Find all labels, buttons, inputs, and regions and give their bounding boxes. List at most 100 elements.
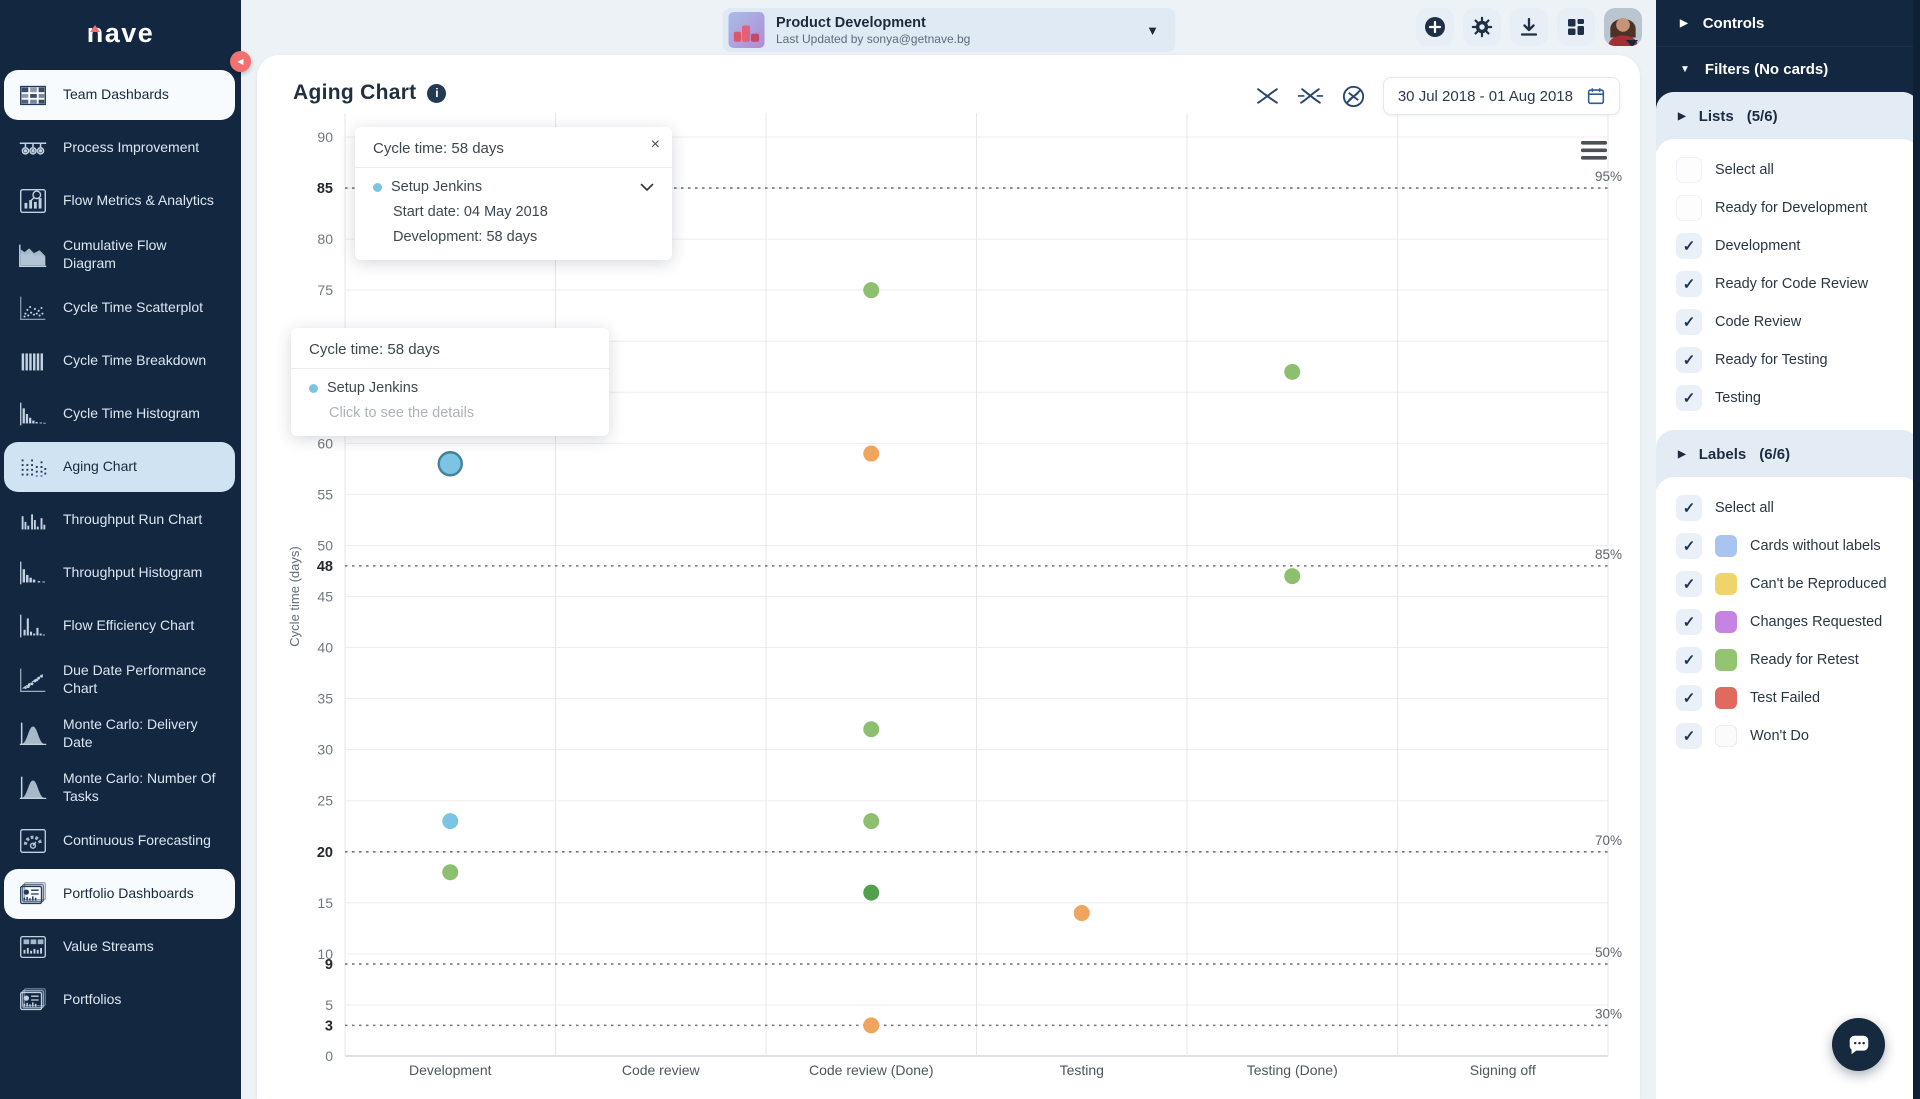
checkbox-checked[interactable]: ✓ bbox=[1676, 233, 1702, 259]
sidebar: nave ◀ Team DashbardsProcess Improvement… bbox=[0, 0, 241, 1099]
scatterplot-icon bbox=[16, 291, 50, 325]
labels-count: (6/6) bbox=[1759, 446, 1790, 463]
divider bbox=[355, 167, 672, 168]
checkbox-checked[interactable]: ✓ bbox=[1676, 609, 1702, 635]
filter-option-label: Ready for Testing bbox=[1715, 352, 1828, 368]
sidebar-item-flow-metrics-analytics[interactable]: Flow Metrics & Analytics bbox=[4, 176, 235, 226]
labels-title: Labels bbox=[1699, 446, 1747, 463]
chart-menu-icon[interactable] bbox=[1581, 141, 1607, 160]
tooltip-card-row[interactable]: Setup Jenkins bbox=[309, 380, 591, 396]
sidebar-item-portfolios[interactable]: Portfolios bbox=[4, 975, 235, 1025]
sidebar-item-cycle-time-breakdown[interactable]: Cycle Time Breakdown bbox=[4, 336, 235, 386]
checkbox-checked[interactable]: ✓ bbox=[1676, 647, 1702, 673]
data-point[interactable] bbox=[863, 282, 879, 298]
checkbox-checked[interactable]: ✓ bbox=[1676, 685, 1702, 711]
sidebar-item-aging-chart[interactable]: Aging Chart bbox=[4, 442, 235, 492]
filter-option-label: Can't be Reproduced bbox=[1750, 576, 1887, 592]
board-subtitle: Last Updated by sonya@getnave.bg bbox=[776, 32, 970, 46]
percentile-label: 70% bbox=[1595, 833, 1622, 848]
filters-section-header[interactable]: ▼ Filters (No cards) bbox=[1656, 46, 1920, 92]
y-axis-tick: 25 bbox=[317, 793, 333, 809]
board-selector[interactable]: Product Development Last Updated by sony… bbox=[722, 8, 1175, 52]
sidebar-item-cumulative-flow-diagram[interactable]: Cumulative Flow Diagram bbox=[4, 229, 235, 280]
divider bbox=[291, 368, 609, 369]
filter-option-label: Development bbox=[1715, 238, 1800, 254]
sidebar-item-monte-carlo-delivery-date[interactable]: Monte Carlo: Delivery Date bbox=[4, 708, 235, 759]
y-axis-tick: 80 bbox=[317, 231, 333, 247]
sidebar-item-portfolio-dashboards[interactable]: Portfolio Dashboards bbox=[4, 869, 235, 919]
data-point[interactable] bbox=[863, 885, 879, 901]
checkbox-checked[interactable]: ✓ bbox=[1676, 533, 1702, 559]
checkbox-unchecked[interactable] bbox=[1676, 195, 1702, 221]
checkbox-checked[interactable]: ✓ bbox=[1676, 571, 1702, 597]
chat-button[interactable] bbox=[1832, 1018, 1885, 1071]
sidebar-item-label: Portfolios bbox=[63, 991, 121, 1009]
controls-section-header[interactable]: ▶ Controls bbox=[1656, 0, 1920, 46]
data-point[interactable] bbox=[1284, 364, 1300, 380]
y-axis-tick: 50 bbox=[317, 537, 333, 553]
sidebar-item-flow-efficiency-chart[interactable]: Flow Efficiency Chart bbox=[4, 601, 235, 651]
y-axis-tick: 60 bbox=[317, 435, 333, 451]
lists-checklist: Select allReady for Development✓Developm… bbox=[1656, 139, 1920, 430]
settings-button[interactable] bbox=[1463, 8, 1501, 46]
data-point[interactable] bbox=[442, 864, 458, 880]
lists-title: Lists bbox=[1699, 108, 1734, 125]
card-name: Setup Jenkins bbox=[327, 380, 418, 396]
sidebar-item-label: Cumulative Flow Diagram bbox=[63, 237, 223, 272]
sidebar-item-throughput-histogram[interactable]: Throughput Histogram bbox=[4, 548, 235, 598]
filter-option-won-t-do: ✓Won't Do bbox=[1666, 720, 1910, 752]
data-point[interactable] bbox=[863, 446, 879, 462]
sidebar-item-monte-carlo-number-of-tasks[interactable]: Monte Carlo: Number Of Tasks bbox=[4, 762, 235, 813]
percentile-label: 50% bbox=[1595, 945, 1622, 960]
add-dashboard-button[interactable] bbox=[1416, 8, 1454, 46]
checkbox-checked[interactable]: ✓ bbox=[1676, 385, 1702, 411]
filter-option-cards-without-labels: ✓Cards without labels bbox=[1666, 530, 1910, 562]
data-point[interactable] bbox=[863, 1017, 879, 1033]
value-streams-icon bbox=[16, 930, 50, 964]
sidebar-item-due-date-performance-chart[interactable]: Due Date Performance Chart bbox=[4, 654, 235, 705]
y-axis-tick-percentile: 48 bbox=[317, 559, 333, 575]
sidebar-item-throughput-run-chart[interactable]: Throughput Run Chart bbox=[4, 495, 235, 545]
data-point[interactable] bbox=[863, 813, 879, 829]
sidebar-item-team-dashbards[interactable]: Team Dashbards bbox=[4, 70, 235, 120]
checkbox-checked[interactable]: ✓ bbox=[1676, 309, 1702, 335]
filter-option-can-t-be-reproduced: ✓ Can't be Reproduced bbox=[1666, 568, 1910, 600]
apps-grid-button[interactable] bbox=[1557, 8, 1595, 46]
data-point[interactable] bbox=[863, 721, 879, 737]
chevron-down-icon: ▼ bbox=[1680, 64, 1690, 75]
download-button[interactable] bbox=[1510, 8, 1548, 46]
process-improvement-icon bbox=[16, 131, 50, 165]
sidebar-item-cycle-time-histogram[interactable]: Cycle Time Histogram bbox=[4, 389, 235, 439]
close-icon[interactable]: × bbox=[651, 136, 660, 154]
data-point[interactable] bbox=[1074, 905, 1090, 921]
info-icon[interactable]: i bbox=[427, 84, 446, 103]
x-axis-label: Testing bbox=[1060, 1062, 1104, 1078]
label-color-swatch bbox=[1715, 573, 1737, 595]
checkbox-checked[interactable]: ✓ bbox=[1676, 723, 1702, 749]
chart-title-row: Aging Chart i bbox=[293, 81, 446, 105]
sidebar-item-label: Monte Carlo: Delivery Date bbox=[63, 716, 223, 751]
data-point[interactable] bbox=[442, 813, 458, 829]
sidebar-item-cycle-time-scatterplot[interactable]: Cycle Time Scatterplot bbox=[4, 283, 235, 333]
chevron-down-icon[interactable] bbox=[640, 183, 654, 192]
percentile-label: 30% bbox=[1595, 1006, 1622, 1021]
sidebar-item-label: Portfolio Dashboards bbox=[63, 885, 194, 903]
checkbox-unchecked[interactable] bbox=[1676, 157, 1702, 183]
scrollbar[interactable] bbox=[1913, 0, 1920, 1099]
sidebar-item-continuous-forecasting[interactable]: Continuous Forecasting bbox=[4, 816, 235, 866]
checkbox-checked[interactable]: ✓ bbox=[1676, 271, 1702, 297]
tooltip-card-row[interactable]: Setup Jenkins bbox=[373, 179, 654, 195]
x-axis-label: Code review bbox=[622, 1062, 701, 1078]
user-avatar[interactable] bbox=[1604, 8, 1642, 46]
sidebar-collapse-button[interactable]: ◀ bbox=[230, 51, 251, 72]
due-date-icon bbox=[16, 663, 50, 697]
checkbox-checked[interactable]: ✓ bbox=[1676, 347, 1702, 373]
checkbox-checked[interactable]: ✓ bbox=[1676, 495, 1702, 521]
sidebar-item-process-improvement[interactable]: Process Improvement bbox=[4, 123, 235, 173]
data-point[interactable] bbox=[1284, 568, 1300, 584]
throughput-histogram-icon bbox=[16, 556, 50, 590]
data-point[interactable] bbox=[439, 452, 462, 475]
chevron-down-icon[interactable]: ▼ bbox=[1146, 23, 1159, 38]
y-axis-tick-percentile: 9 bbox=[325, 957, 333, 973]
sidebar-item-value-streams[interactable]: Value Streams bbox=[4, 922, 235, 972]
